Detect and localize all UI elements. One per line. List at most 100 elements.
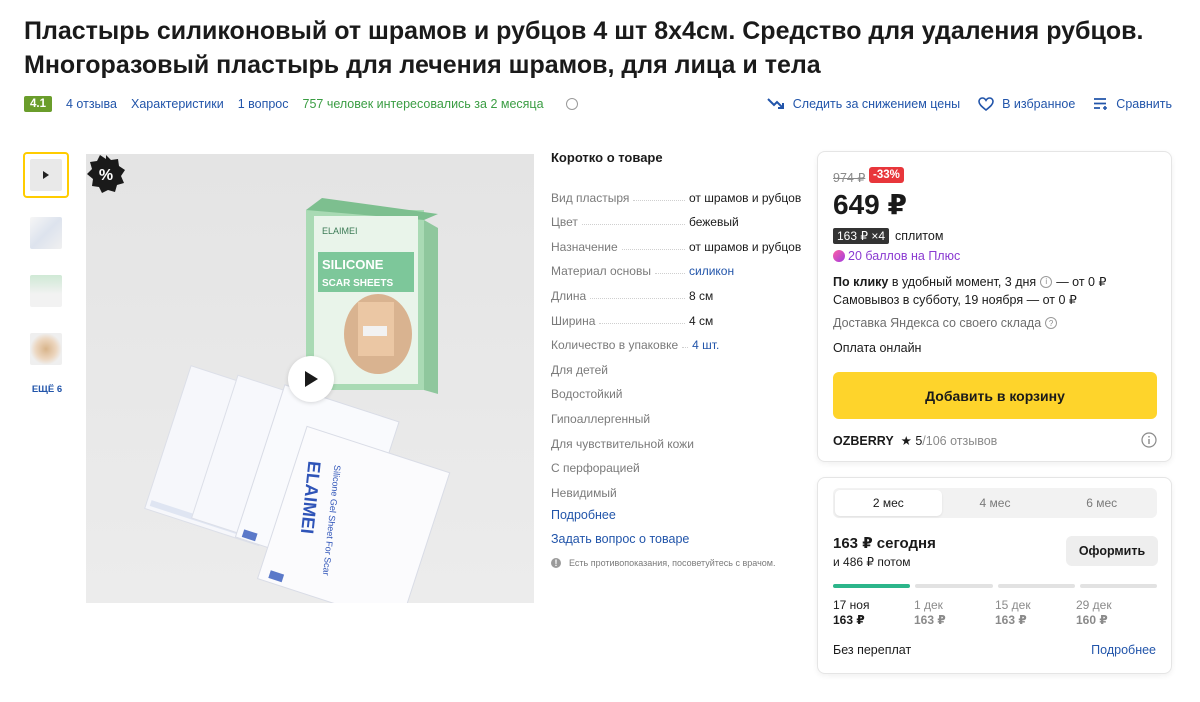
offer-card: 974 ₽ -33% 649 ₽ 163 ₽ ×4 сплитом 20 бал…: [817, 151, 1172, 462]
payment-item: 15 дек 163 ₽: [995, 598, 1076, 627]
spec-dots: [599, 322, 685, 324]
thumbnail-video[interactable]: [23, 152, 69, 198]
spec-key: Вид пластыря: [551, 190, 630, 205]
reviews-link[interactable]: 4 отзыва: [66, 97, 117, 111]
thumbnail-image: [30, 275, 62, 307]
split-info[interactable]: 163 ₽ ×4 сплитом: [833, 228, 943, 244]
contraindications-note: ! Есть противопоказания, посоветуйтесь с…: [551, 558, 775, 568]
plus-label: 20 баллов на Плюс: [848, 249, 961, 263]
spec-key: Назначение: [551, 239, 618, 254]
spec-row: Для детей: [551, 352, 801, 377]
payment-item: 29 дек 160 ₽: [1076, 598, 1157, 627]
views-icon: [565, 98, 578, 110]
spec-row: Ширина 4 см: [551, 303, 801, 328]
payment-schedule: 17 ноя 163 ₽ 1 дек 163 ₽ 15 дек 163 ₽ 29…: [833, 598, 1157, 627]
payment-item: 1 дек 163 ₽: [914, 598, 995, 627]
payment-amount: 160 ₽: [1076, 613, 1108, 627]
warning-icon: !: [551, 558, 561, 568]
spec-value: от шрамов и рубцов: [689, 239, 802, 254]
no-overpay-label: Без переплат: [833, 643, 912, 657]
delivery-click-bold: По клику: [833, 274, 889, 289]
split-order-button[interactable]: Оформить: [1066, 536, 1158, 566]
discount-badge: -33%: [869, 167, 904, 183]
spec-row: Материал основы силикон: [551, 254, 801, 279]
favorite-button[interactable]: В избранное: [978, 97, 1075, 111]
more-photos-link[interactable]: ЕЩЁ 6: [23, 384, 71, 395]
rating-badge[interactable]: 4.1: [24, 96, 52, 112]
thumbnail-item[interactable]: [23, 210, 69, 256]
box-brand: ELAIMEI: [322, 226, 358, 236]
spec-dots: [621, 248, 685, 250]
info-icon[interactable]: i: [1040, 275, 1053, 288]
product-meta: 4.1 4 отзыва Характеристики 1 вопрос 757…: [24, 94, 578, 114]
plus-points[interactable]: 20 баллов на Плюс: [833, 249, 960, 263]
spec-row: Невидимый: [551, 475, 801, 500]
spec-row: Длина 8 см: [551, 278, 801, 303]
payment-date: 29 дек: [1076, 598, 1112, 612]
spec-value[interactable]: 4 шт.: [692, 338, 801, 352]
payment-bar: [915, 584, 993, 588]
tab-2-months[interactable]: 2 мес: [835, 490, 942, 516]
payment-item: 17 ноя 163 ₽: [833, 598, 914, 627]
spec-dots: [581, 224, 685, 226]
seller-info[interactable]: OZBERRY ★ 5 /106 отзывов: [833, 433, 997, 449]
help-icon[interactable]: ?: [1045, 317, 1058, 329]
spec-dots: [654, 273, 685, 275]
payment-bar: [833, 584, 911, 588]
play-icon: [305, 371, 318, 387]
spec-row: Цвет бежевый: [551, 205, 801, 230]
tab-6-months[interactable]: 6 мес: [1048, 490, 1155, 516]
spec-row: Для чувствительной кожи: [551, 426, 801, 451]
track-price-label: Следить за снижением цены: [792, 97, 961, 111]
specs-block: Коротко о товаре Вид пластыря от шрамов и…: [551, 150, 801, 500]
split-later: и 486 ₽ потом: [833, 555, 911, 569]
thumbnail-item[interactable]: [23, 268, 69, 314]
spec-key: С перфорацией: [551, 461, 640, 476]
more-specs-link[interactable]: Подробнее: [551, 508, 616, 522]
play-video-button[interactable]: [288, 356, 334, 402]
add-to-cart-button[interactable]: Добавить в корзину: [833, 372, 1157, 419]
spec-row: Гипоаллергенный: [551, 401, 801, 426]
product-actions: Следить за снижением цены В избранное Ср…: [749, 94, 1172, 114]
compare-icon: [1094, 98, 1108, 110]
pickup-info: Самовывоз в субботу, 19 ноября — от 0 ₽: [833, 292, 1077, 307]
spec-key: Для детей: [551, 362, 608, 377]
spec-key: Ширина: [551, 313, 596, 328]
split-progress: [833, 584, 1157, 588]
compare-button[interactable]: Сравнить: [1093, 97, 1172, 111]
spec-value: бежевый: [689, 215, 739, 230]
split-label: сплитом: [895, 229, 944, 243]
spec-key: Материал основы: [551, 264, 651, 279]
spec-dots: [633, 199, 685, 201]
seller-name[interactable]: OZBERRY: [833, 434, 894, 448]
seller-reviews[interactable]: /106 отзывов: [922, 434, 997, 448]
thumbnail-item[interactable]: [23, 326, 69, 372]
questions-link[interactable]: 1 вопрос: [238, 97, 289, 111]
tab-4-months[interactable]: 4 мес: [942, 490, 1049, 516]
price: 649 ₽: [833, 189, 907, 220]
track-price-button[interactable]: Следить за снижением цены: [767, 97, 960, 111]
discount-badge-icon: %: [86, 154, 126, 194]
split-more-link[interactable]: Подробнее: [1091, 643, 1156, 657]
seller-info-icon[interactable]: [1141, 432, 1157, 453]
play-icon: [43, 171, 49, 179]
spec-row: Количество в упаковке 4 шт.: [551, 328, 801, 352]
payment-date: 15 дек: [995, 598, 1031, 612]
ask-question-link[interactable]: Задать вопрос о товаре: [551, 532, 689, 546]
characteristics-link[interactable]: Характеристики: [131, 97, 224, 111]
box-title-1: SILICONE: [322, 257, 384, 272]
yandex-delivery: Доставка Яндекса со своего склада ?: [833, 316, 1061, 330]
spec-value[interactable]: силикон: [689, 264, 801, 278]
contraindications-text: Есть противопоказания, посоветуйтесь с в…: [569, 558, 776, 568]
spec-key: Невидимый: [551, 485, 617, 500]
old-price: 974 ₽: [833, 171, 866, 185]
spec-key: Длина: [551, 288, 587, 303]
plus-icon: [833, 250, 845, 262]
payment-amount: 163 ₽: [995, 613, 1027, 627]
payment-bar: [1079, 584, 1157, 588]
pickup-price: — от 0 ₽: [1026, 293, 1077, 307]
thumbnail-image: [30, 217, 62, 249]
spec-value: от шрамов и рубцов: [689, 190, 802, 205]
heart-icon: [978, 97, 994, 111]
spec-key: Водостойкий: [551, 387, 623, 402]
